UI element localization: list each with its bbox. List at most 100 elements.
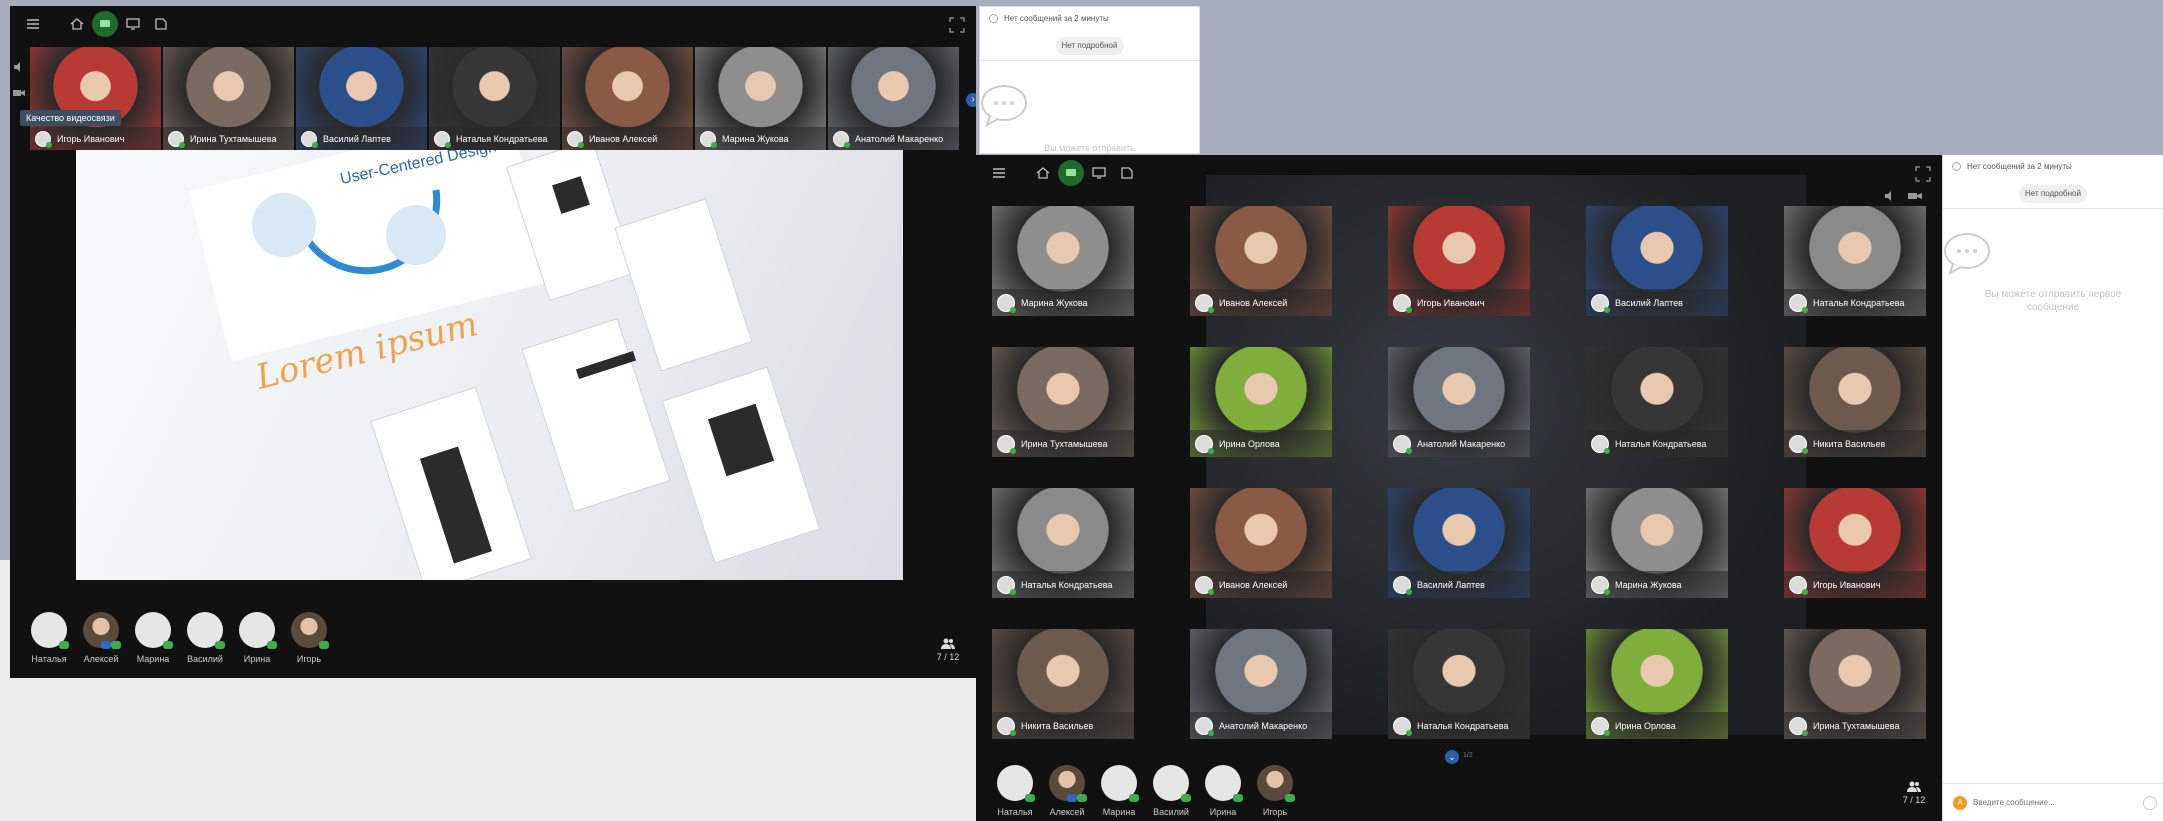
avatar bbox=[1393, 716, 1412, 736]
participant-name: Иванов Алексей bbox=[589, 133, 658, 144]
tooltip-video-quality: Качество видеосвязи bbox=[20, 110, 121, 126]
participant-name: Ирина Тухтамышева bbox=[1813, 720, 1900, 731]
chat-filter-button[interactable]: Нет подробной bbox=[2019, 185, 2087, 203]
attendee[interactable]: Игорь bbox=[283, 612, 335, 678]
participant-name: Наталья Кондратьева bbox=[456, 133, 548, 144]
avatar bbox=[1393, 293, 1412, 313]
mic-status-icon bbox=[1129, 794, 1139, 802]
participant-tile[interactable]: Игорь Иванович bbox=[1388, 206, 1530, 316]
participants-counter[interactable]: 7 / 12 bbox=[936, 638, 960, 662]
participant-tile[interactable]: Никита Васильев bbox=[992, 629, 1134, 739]
participant-thumbnail[interactable]: Марина Жукова bbox=[695, 47, 826, 150]
attendee[interactable]: Алексей bbox=[1041, 765, 1093, 821]
chevron-right-icon[interactable]: › bbox=[966, 93, 976, 107]
participant-tile[interactable]: Василий Лаптев bbox=[1586, 206, 1728, 316]
chat-icon[interactable] bbox=[92, 11, 118, 37]
participant-tile[interactable]: Марина Жукова bbox=[1586, 488, 1728, 598]
home-icon[interactable] bbox=[64, 11, 90, 37]
participant-tile[interactable]: Наталья Кондратьева bbox=[1586, 347, 1728, 457]
participant-thumbnail[interactable]: Василий Лаптев bbox=[296, 47, 427, 150]
participant-namebar: Марина Жукова bbox=[992, 289, 1134, 316]
send-icon[interactable] bbox=[2143, 796, 2157, 810]
participant-tile[interactable]: Ирина Тухтамышева bbox=[1784, 629, 1926, 739]
avatar bbox=[997, 293, 1016, 313]
attendee[interactable]: Ирина bbox=[231, 612, 283, 678]
screen-icon[interactable] bbox=[1086, 160, 1112, 186]
participants-counter[interactable]: 7 / 12 bbox=[1902, 781, 1926, 805]
camera-icon[interactable] bbox=[12, 86, 26, 100]
menu-icon[interactable] bbox=[986, 160, 1012, 186]
participant-tile[interactable]: Иванов Алексей bbox=[1190, 488, 1332, 598]
participant-tile[interactable]: Ирина Тухтамышева bbox=[992, 347, 1134, 457]
side-controls bbox=[12, 60, 28, 112]
screen-icon[interactable] bbox=[120, 11, 146, 37]
menu-icon[interactable] bbox=[20, 11, 46, 37]
attendee[interactable]: Наталья bbox=[989, 765, 1041, 821]
avatar bbox=[1789, 575, 1808, 595]
participant-name: Ирина Орлова bbox=[1219, 438, 1280, 449]
whiteboard-icon[interactable] bbox=[148, 11, 174, 37]
speaker-icon[interactable] bbox=[12, 60, 26, 74]
attendee[interactable]: Василий bbox=[1145, 765, 1197, 821]
attendee[interactable]: Василий bbox=[179, 612, 231, 678]
chat-input-area: А bbox=[1943, 783, 2163, 821]
participant-namebar: Наталья Кондратьева bbox=[1586, 430, 1728, 457]
participant-tile[interactable]: Игорь Иванович bbox=[1784, 488, 1926, 598]
chat-filter-button[interactable]: Нет подробной bbox=[1055, 37, 1124, 55]
attendee-name: Василий bbox=[187, 654, 223, 664]
chevron-down-icon[interactable]: ⌄ bbox=[1445, 750, 1459, 764]
participant-thumbnail[interactable]: Игорь Иванович bbox=[30, 47, 161, 150]
participant-thumbnail[interactable]: Ирина Тухтамышева bbox=[163, 47, 294, 150]
avatar bbox=[567, 130, 584, 148]
participant-name: Никита Васильев bbox=[1021, 720, 1094, 731]
participant-namebar: Игорь Иванович bbox=[1784, 571, 1926, 598]
mic-status-icon bbox=[319, 641, 329, 649]
clock-icon bbox=[1952, 161, 1961, 171]
attendee[interactable]: Марина bbox=[1093, 765, 1145, 821]
fullscreen-icon[interactable] bbox=[948, 16, 966, 34]
attendee[interactable]: Алексей bbox=[75, 612, 127, 678]
participant-tile[interactable]: Никита Васильев bbox=[1784, 347, 1926, 457]
avatar bbox=[301, 130, 318, 148]
participant-namebar: Наталья Кондратьева bbox=[429, 127, 560, 150]
speaker-icon[interactable] bbox=[1885, 191, 1891, 201]
home-icon[interactable] bbox=[1030, 160, 1056, 186]
chat-status: Нет сообщений за 2 минуты bbox=[980, 7, 1199, 29]
attendee[interactable]: Марина bbox=[127, 612, 179, 678]
participant-tile[interactable]: Наталья Кондратьева bbox=[1784, 206, 1926, 316]
participant-tile[interactable]: Анатолий Макаренко bbox=[1190, 629, 1332, 739]
participant-thumbnail[interactable]: Анатолий Макаренко bbox=[828, 47, 959, 150]
conference-window-screenshare: Игорь Иванович Ирина Тухтамышева Василий Л… bbox=[10, 6, 976, 678]
participant-tile[interactable]: Ирина Орлова bbox=[1190, 347, 1332, 457]
message-input[interactable] bbox=[1973, 798, 2133, 807]
participant-thumbnail[interactable]: Наталья Кондратьева bbox=[429, 47, 560, 150]
whiteboard-icon[interactable] bbox=[1114, 160, 1140, 186]
participant-name: Анатолий Макаренко bbox=[855, 133, 944, 144]
participant-thumbnail[interactable]: Иванов Алексей bbox=[562, 47, 693, 150]
screen-share-icon bbox=[1067, 794, 1077, 802]
avatar bbox=[997, 575, 1016, 595]
attendee[interactable]: Ирина bbox=[1197, 765, 1249, 821]
participant-name: Марина Жукова bbox=[1021, 297, 1088, 308]
participant-name: Игорь Иванович bbox=[1417, 297, 1485, 308]
attendee[interactable]: Наталья bbox=[23, 612, 75, 678]
participant-namebar: Анатолий Макаренко bbox=[1190, 712, 1332, 739]
attendee[interactable]: Игорь bbox=[1249, 765, 1301, 821]
participant-tile[interactable]: Марина Жукова bbox=[992, 206, 1134, 316]
media-controls bbox=[1885, 191, 1922, 201]
participant-strip: Игорь Иванович Ирина Тухтамышева Василий Л… bbox=[30, 47, 959, 150]
avatar bbox=[1789, 434, 1808, 454]
participant-tile[interactable]: Анатолий Макаренко bbox=[1388, 347, 1530, 457]
participant-tile[interactable]: Ирина Орлова bbox=[1586, 629, 1728, 739]
participant-tile[interactable]: Наталья Кондратьева bbox=[992, 488, 1134, 598]
participant-tile[interactable]: Василий Лаптев bbox=[1388, 488, 1530, 598]
chat-icon[interactable] bbox=[1058, 160, 1084, 186]
clock-icon bbox=[989, 13, 998, 23]
camera-icon[interactable] bbox=[1908, 193, 1922, 199]
participant-tile[interactable]: Иванов Алексей bbox=[1190, 206, 1332, 316]
attendee-name: Василий bbox=[1153, 807, 1189, 817]
attendee-name: Наталья bbox=[997, 807, 1033, 817]
participant-tile[interactable]: Наталья Кондратьева bbox=[1388, 629, 1530, 739]
fullscreen-icon[interactable] bbox=[1914, 165, 1932, 183]
participant-name: Ирина Тухтамышева bbox=[1021, 438, 1108, 449]
